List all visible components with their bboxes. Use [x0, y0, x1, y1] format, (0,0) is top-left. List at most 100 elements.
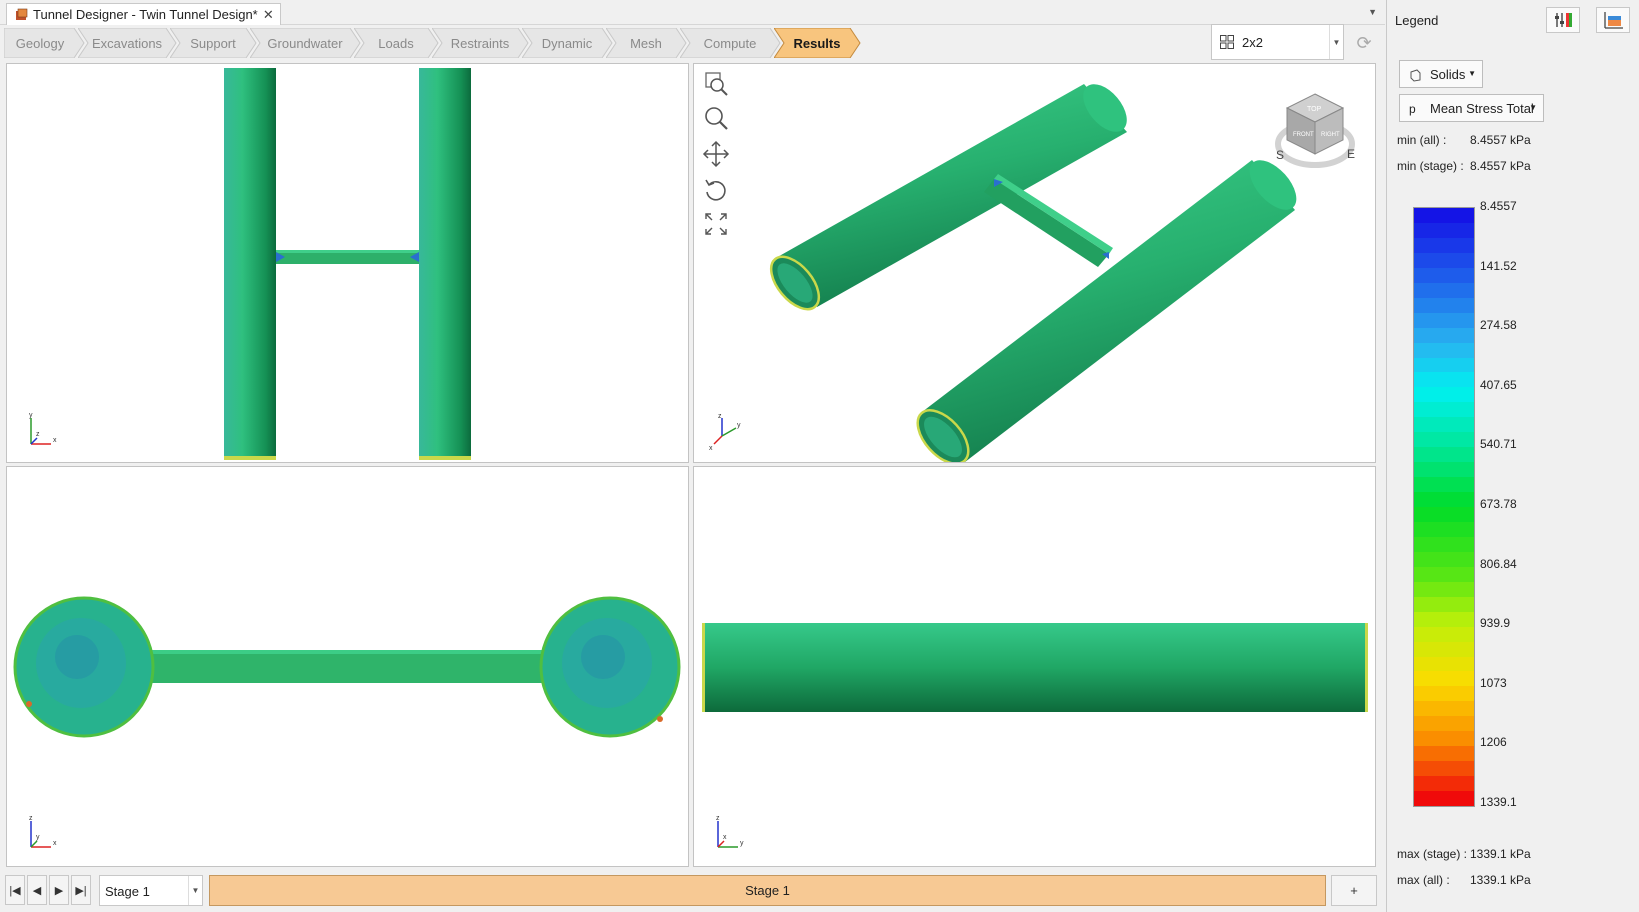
zoom-window-icon[interactable]	[702, 70, 730, 98]
viewport-bottom-left[interactable]: z x y	[6, 466, 689, 867]
workflow-step-excavations[interactable]: Excavations	[78, 28, 177, 58]
color-scale-band	[1414, 252, 1474, 269]
axis-triad-icon: z x y	[29, 815, 57, 848]
zoom-icon[interactable]	[702, 104, 730, 132]
svg-text:z: z	[718, 413, 722, 420]
color-scale-band	[1414, 731, 1474, 747]
color-scale-band	[1414, 626, 1474, 643]
viewport-layout-select[interactable]: 2x2 ▼	[1211, 24, 1344, 60]
zoom-extents-icon[interactable]	[702, 210, 730, 238]
document-tab-title: Tunnel Designer - Twin Tunnel Design*	[33, 7, 258, 22]
pan-icon[interactable]	[702, 140, 730, 168]
compass-south-label: S	[1276, 148, 1284, 162]
close-tab-icon[interactable]: ✕	[263, 7, 274, 23]
color-scale-tick-label: 939.9	[1480, 616, 1511, 631]
workflow-step-dynamic[interactable]: Dynamic	[522, 28, 613, 58]
color-scale-band	[1414, 342, 1474, 358]
result-type-symbol: p	[1409, 102, 1416, 116]
color-scale-band	[1414, 656, 1474, 672]
svg-text:x: x	[723, 834, 727, 841]
color-scale-tick-label: 673.78	[1480, 497, 1517, 511]
plan-view-model	[224, 68, 471, 460]
first-stage-icon[interactable]: |◀	[5, 875, 25, 905]
color-scale-band	[1414, 716, 1474, 732]
view-cube[interactable]: TOP FRONT RIGHT S E	[1271, 86, 1361, 176]
workflow-step-label: Geology	[15, 35, 65, 51]
workflow-step-support[interactable]: Support	[170, 28, 257, 58]
viewport-top-right[interactable]: TOP FRONT RIGHT S E z x y	[693, 63, 1376, 463]
result-type-value: Mean Stress Total	[1430, 101, 1534, 116]
color-scale-band	[1414, 596, 1474, 613]
color-scale-tick-label: 407.65	[1480, 377, 1517, 392]
legend-settings-button[interactable]	[1546, 7, 1580, 33]
color-scale-band	[1414, 387, 1474, 403]
color-scale-band	[1414, 237, 1474, 254]
rotate-icon[interactable]	[702, 176, 730, 204]
chevron-down-icon[interactable]: ▼	[188, 876, 202, 905]
svg-text:x: x	[53, 840, 57, 847]
min-stage-row: min (stage) : 8.4557 kPa	[1397, 159, 1531, 173]
color-scale-band	[1414, 372, 1474, 388]
viewport-top-left[interactable]: y x z	[6, 63, 689, 463]
entity-type-value: Solids	[1430, 67, 1466, 82]
stage-tab[interactable]: Stage 1	[209, 875, 1326, 906]
next-stage-icon[interactable]: ▶	[49, 875, 69, 905]
color-scale-band	[1414, 701, 1474, 717]
svg-text:y: y	[29, 412, 33, 419]
color-scale-band	[1414, 417, 1474, 433]
contour-chart-button[interactable]	[1596, 7, 1630, 33]
max-stage-label: max (stage) :	[1397, 847, 1468, 861]
workflow-step-restraints[interactable]: Restraints	[432, 28, 529, 58]
svg-text:z: z	[36, 431, 40, 438]
color-scale-tick-label: 274.58	[1480, 318, 1517, 333]
add-stage-button[interactable]: +	[1331, 875, 1377, 906]
color-scale-bar	[1413, 207, 1475, 807]
chart-icon	[1604, 12, 1623, 29]
viewport-bottom-right[interactable]: z y x	[693, 466, 1376, 867]
workflow-step-results[interactable]: Results	[774, 28, 861, 58]
color-scale-band	[1414, 776, 1474, 792]
workflow-step-compute[interactable]: Compute	[680, 28, 781, 58]
svg-text:x: x	[709, 445, 713, 452]
workflow-step-mesh[interactable]: Mesh	[606, 28, 687, 58]
color-scale-band	[1414, 507, 1474, 523]
chevron-down-icon: ▼	[1529, 103, 1537, 112]
workflow-step-groundwater[interactable]: Groundwater	[250, 28, 361, 58]
chevron-down-icon[interactable]: ▼	[1329, 25, 1343, 59]
color-scale-band	[1414, 611, 1474, 628]
result-type-dropdown[interactable]: p Mean Stress Total ▼	[1399, 94, 1544, 122]
color-scale-band	[1414, 521, 1474, 538]
stage-select-value: Stage 1	[105, 884, 150, 899]
workflow-step-loads[interactable]: Loads	[354, 28, 439, 58]
previous-stage-icon[interactable]: ◀	[27, 875, 47, 905]
stage-select[interactable]: Stage 1 ▼	[99, 875, 203, 906]
color-scale-band	[1414, 432, 1474, 448]
color-scale-tick-label: 141.52	[1480, 258, 1517, 273]
min-all-value: 8.4557 kPa	[1470, 133, 1531, 147]
document-tab[interactable]: Tunnel Designer - Twin Tunnel Design* ✕	[6, 3, 281, 25]
color-scale-band	[1414, 746, 1474, 762]
color-scale-band	[1414, 297, 1474, 314]
color-scale-band	[1414, 357, 1474, 373]
color-scale-band	[1414, 208, 1474, 224]
axis-triad-icon: z y x	[716, 815, 744, 848]
entity-type-dropdown[interactable]: Solids ▼	[1399, 60, 1483, 88]
workflow-step-label: Dynamic	[541, 35, 593, 51]
workflow-step-geology[interactable]: Geology	[4, 28, 85, 58]
color-scale-tick-label: 8.4557	[1480, 199, 1517, 213]
color-scale-band	[1414, 402, 1474, 418]
section-view-model	[13, 596, 681, 738]
color-scale-band	[1414, 791, 1474, 807]
axis-triad-icon: y x z	[29, 412, 57, 445]
last-stage-icon[interactable]: ▶|	[71, 875, 91, 905]
chevron-down-icon: ▼	[1468, 69, 1476, 78]
axis-triad-icon: z x y	[709, 413, 741, 452]
view-cube-top-label: TOP	[1307, 106, 1322, 113]
tab-list-dropdown-icon[interactable]: ▼	[1368, 7, 1377, 17]
min-stage-label: min (stage) :	[1397, 159, 1464, 173]
refresh-icon[interactable]: ⟳	[1352, 31, 1376, 55]
color-scale-band	[1414, 447, 1474, 463]
color-scale-tick-label: 1339.1	[1480, 795, 1517, 809]
color-scale-band	[1414, 312, 1474, 329]
svg-text:z: z	[716, 815, 720, 822]
